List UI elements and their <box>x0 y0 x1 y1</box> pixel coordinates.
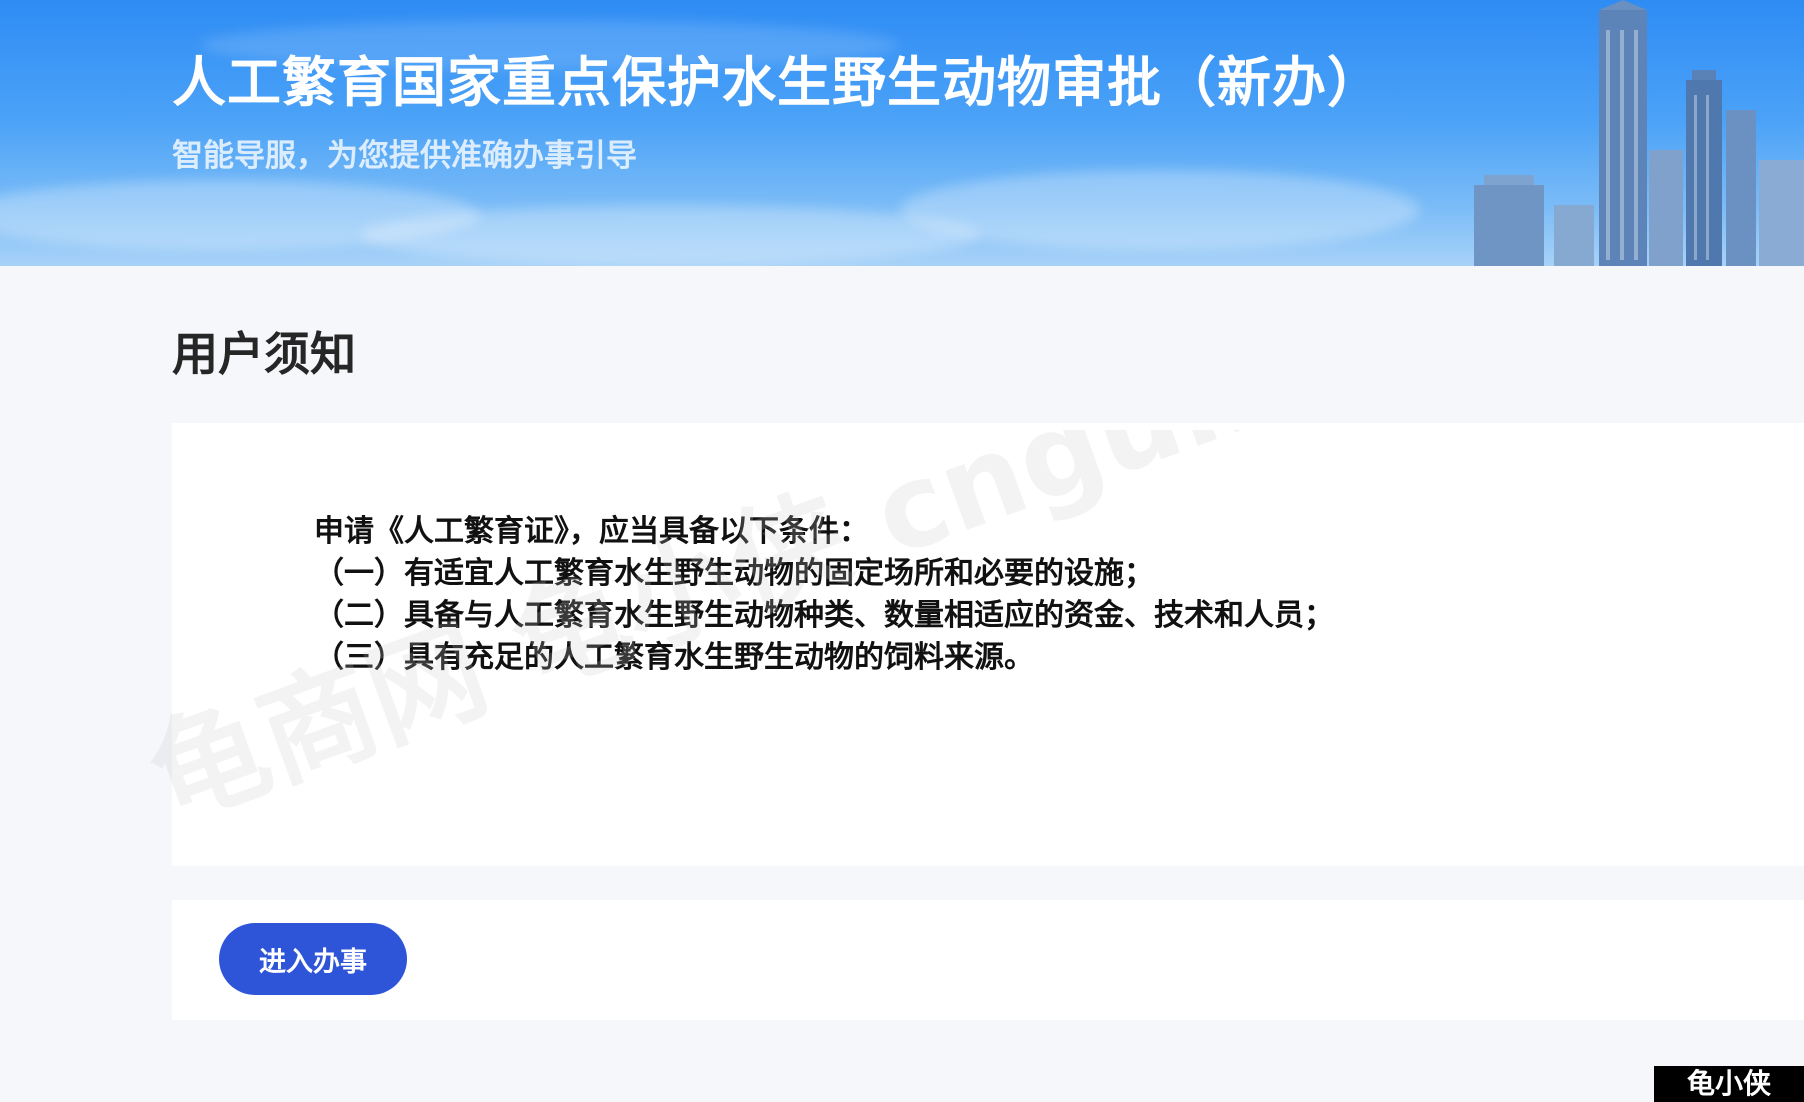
city-skyline-image <box>1474 0 1804 266</box>
notice-intro: 申请《人工繁育证》，应当具备以下条件： <box>314 514 869 549</box>
enter-service-button[interactable]: 进入办事 <box>219 923 407 995</box>
notice-condition-3: （三）具有充足的人工繁育水生野生动物的饲料来源。 <box>314 640 1034 675</box>
notice-condition-2: （二）具备与人工繁育水生野生动物种类、数量相适应的资金、技术和人员； <box>314 598 1334 633</box>
corner-watermark-logo: 龟小侠 <box>1654 1066 1804 1102</box>
action-bar: 进入办事 <box>172 900 1804 1020</box>
page-title: 人工繁育国家重点保护水生野生动物审批（新办） <box>172 51 1382 114</box>
page-subtitle: 智能导服，为您提供准确办事引导 <box>172 138 637 174</box>
notice-content: 申请《人工繁育证》，应当具备以下条件： （一）有适宜人工繁育水生野生动物的固定场… <box>314 511 1334 679</box>
cloud-decoration <box>360 205 980 265</box>
cloud-decoration <box>900 170 1420 250</box>
notice-heading: 用户须知 <box>172 327 356 381</box>
header-banner: 人工繁育国家重点保护水生野生动物审批（新办） 智能导服，为您提供准确办事引导 <box>0 0 1804 266</box>
notice-condition-1: （一）有适宜人工繁育水生野生动物的固定场所和必要的设施； <box>314 556 1154 591</box>
notice-card: 申请《人工繁育证》，应当具备以下条件： （一）有适宜人工繁育水生野生动物的固定场… <box>172 423 1804 866</box>
